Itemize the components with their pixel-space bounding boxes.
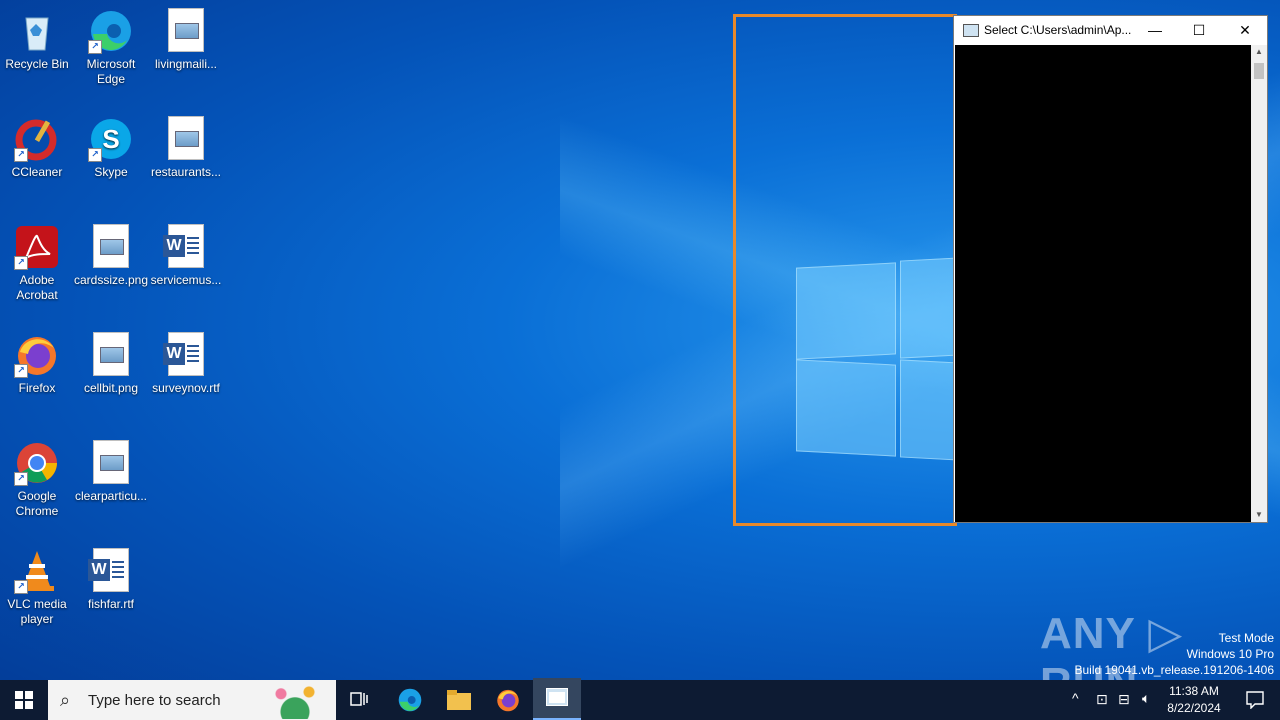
- taskbar-search-box[interactable]: ⌕ Type here to search: [48, 680, 336, 720]
- word-document-icon: W: [88, 548, 129, 592]
- search-highlight-decoration: [260, 683, 330, 719]
- icon-label: Microsoft Edge: [86, 57, 136, 86]
- search-icon: ⌕: [60, 690, 71, 710]
- desktop-icon-adobe-acrobat[interactable]: ↗ Adobe Acrobat: [0, 224, 75, 303]
- notifications-icon: [1246, 691, 1264, 709]
- maximize-button[interactable]: ☐: [1176, 16, 1222, 44]
- icon-label: VLC media player: [7, 597, 67, 626]
- shortcut-arrow-icon: ↗: [14, 364, 28, 378]
- desktop-icon-cardssize[interactable]: cardssize.png: [73, 224, 149, 288]
- task-view-icon: [350, 692, 368, 706]
- icon-label: cardssize.png: [73, 273, 149, 287]
- network-icon[interactable]: ⊟: [1118, 691, 1130, 708]
- start-button[interactable]: [0, 680, 48, 720]
- desktop-icon-google-chrome[interactable]: ↗ Google Chrome: [0, 440, 75, 519]
- recycle-bin-icon: [14, 8, 60, 54]
- icon-label: Google Chrome: [15, 489, 59, 518]
- edge-icon: ↗: [88, 8, 134, 54]
- icon-label: CCleaner: [11, 165, 63, 179]
- icon-label: livingmaili...: [154, 57, 217, 71]
- taskbar-firefox-button[interactable]: [484, 680, 532, 720]
- taskbar-clock[interactable]: 11:38 AM 8/22/2024: [1164, 683, 1224, 717]
- icon-label: Recycle Bin: [5, 57, 69, 71]
- icon-label: Adobe Acrobat: [16, 273, 58, 302]
- icon-label: servicemus...: [150, 273, 222, 287]
- acrobat-icon: ↗: [14, 224, 60, 270]
- desktop-icon-fishfar[interactable]: W fishfar.rtf: [73, 548, 149, 612]
- desktop-icon-restaurants[interactable]: restaurants...: [148, 116, 224, 180]
- search-placeholder: Type here to search: [88, 692, 221, 709]
- desktop-icon-surveynov[interactable]: W surveynov.rtf: [148, 332, 224, 396]
- icon-label: clearparticu...: [74, 489, 148, 503]
- image-file-icon: [168, 116, 204, 160]
- shortcut-arrow-icon: ↗: [14, 256, 28, 270]
- clock-date: 8/22/2024: [1167, 701, 1221, 715]
- taskbar: ⌕ Type here to search: [0, 680, 1280, 720]
- taskbar-console-button[interactable]: [533, 678, 581, 720]
- shortcut-arrow-icon: ↗: [88, 40, 102, 54]
- shortcut-arrow-icon: ↗: [14, 580, 28, 594]
- action-center-button[interactable]: [1232, 680, 1280, 720]
- svg-text:S: S: [102, 124, 119, 154]
- desktop-icon-firefox[interactable]: ↗ Firefox: [0, 332, 75, 396]
- shortcut-arrow-icon: ↗: [88, 148, 102, 162]
- desktop-icon-vlc[interactable]: ↗ VLC media player: [0, 548, 75, 627]
- folder-icon: [447, 690, 471, 710]
- desktop-icon-livingmaili[interactable]: livingmaili...: [148, 8, 224, 72]
- shortcut-arrow-icon: ↗: [14, 472, 28, 486]
- edge-icon: [398, 688, 422, 712]
- desktop-icon-clearparticu[interactable]: clearparticu...: [73, 440, 149, 504]
- windows-edition-label: Windows 10 Pro: [1186, 647, 1274, 661]
- test-mode-info: Test Mode Windows 10 Pro Build 19041.vb_…: [1075, 630, 1275, 678]
- vlc-icon: ↗: [14, 548, 60, 594]
- console-titlebar[interactable]: Select C:\Users\admin\Ap... — ☐ ✕: [954, 16, 1267, 44]
- icon-label: restaurants...: [150, 165, 222, 179]
- console-output-area[interactable]: [955, 45, 1251, 522]
- skype-icon: S ↗: [88, 116, 134, 162]
- desktop-icon-recycle-bin[interactable]: Recycle Bin: [0, 8, 75, 72]
- image-file-icon: [93, 440, 129, 484]
- test-mode-label: Test Mode: [1218, 631, 1274, 645]
- task-view-button[interactable]: [336, 680, 384, 720]
- ccleaner-icon: ↗: [14, 116, 60, 162]
- selection-rectangle: [733, 14, 957, 526]
- chrome-icon: ↗: [14, 440, 60, 486]
- word-document-icon: W: [163, 224, 204, 268]
- desktop-icon-ccleaner[interactable]: ↗ CCleaner: [0, 116, 75, 180]
- icon-label: cellbit.png: [83, 381, 139, 395]
- scroll-up-arrow-icon[interactable]: ▲: [1251, 45, 1267, 59]
- scroll-down-arrow-icon[interactable]: ▼: [1251, 508, 1267, 522]
- show-hidden-icons-chevron-icon[interactable]: ^: [1072, 690, 1079, 706]
- vertical-scrollbar[interactable]: ▲ ▼: [1251, 45, 1267, 522]
- minimize-button[interactable]: —: [1132, 16, 1178, 44]
- meet-now-icon[interactable]: ⊡: [1096, 691, 1108, 708]
- shortcut-arrow-icon: ↗: [14, 148, 28, 162]
- taskbar-edge-button[interactable]: [386, 680, 434, 720]
- firefox-icon: [497, 689, 519, 712]
- firefox-icon: ↗: [14, 332, 60, 378]
- icon-label: surveynov.rtf: [152, 381, 220, 395]
- build-label: Build 19041.vb_release.191206-1406: [1074, 663, 1275, 677]
- close-button[interactable]: ✕: [1222, 16, 1268, 44]
- console-window-icon: [546, 688, 568, 706]
- icon-label: fishfar.rtf: [87, 597, 134, 611]
- console-window[interactable]: Select C:\Users\admin\Ap... — ☐ ✕ ▲ ▼: [953, 15, 1268, 523]
- icon-label: Skype: [94, 165, 128, 179]
- taskbar-file-explorer-button[interactable]: [435, 680, 483, 720]
- console-app-icon: [963, 24, 979, 37]
- windows-start-icon: [15, 691, 33, 709]
- image-file-icon: [93, 332, 129, 376]
- image-file-icon: [168, 8, 204, 52]
- clock-time: 11:38 AM: [1169, 684, 1219, 698]
- desktop-icon-microsoft-edge[interactable]: ↗ Microsoft Edge: [73, 8, 149, 87]
- volume-icon[interactable]: 🔈︎: [1142, 690, 1150, 707]
- icon-label: Firefox: [18, 381, 56, 395]
- word-document-icon: W: [163, 332, 204, 376]
- desktop-icon-skype[interactable]: S ↗ Skype: [73, 116, 149, 180]
- desktop-icon-cellbit[interactable]: cellbit.png: [73, 332, 149, 396]
- image-file-icon: [93, 224, 129, 268]
- desktop-icon-servicemus[interactable]: W servicemus...: [148, 224, 224, 288]
- console-title: Select C:\Users\admin\Ap...: [984, 23, 1132, 37]
- scrollbar-thumb[interactable]: [1254, 63, 1264, 79]
